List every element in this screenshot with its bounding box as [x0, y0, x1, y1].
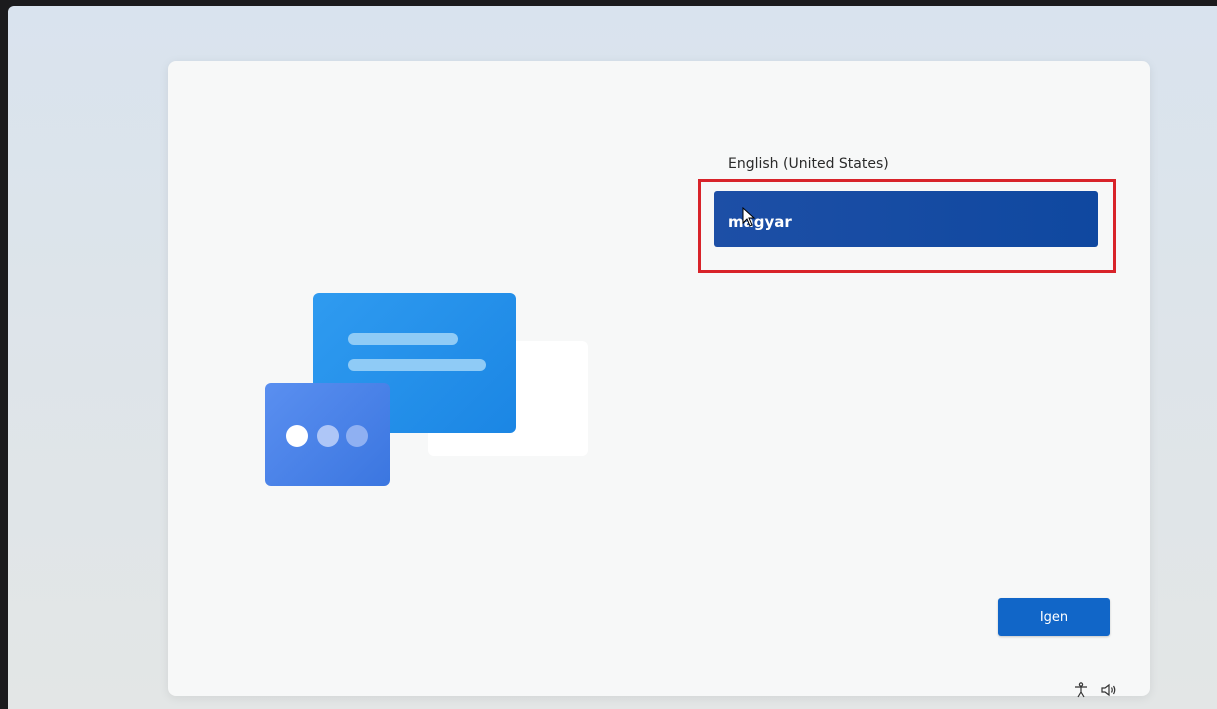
volume-icon[interactable] [1100, 682, 1118, 700]
volume-icon [1101, 683, 1116, 697]
illustration-dot [286, 425, 308, 447]
illustration-bar [348, 359, 486, 371]
highlight-annotation [698, 179, 1116, 273]
illustration-dot [346, 425, 368, 447]
accessibility-icon[interactable] [1072, 682, 1090, 700]
mouse-cursor-icon [742, 207, 756, 227]
illustration-bar [348, 333, 458, 345]
screen: English (United States) magyar Igen [8, 6, 1217, 709]
illustration-chat-card [265, 383, 390, 486]
accessibility-icon [1075, 682, 1087, 698]
language-option-english[interactable]: English (United States) [728, 156, 889, 172]
yes-button[interactable]: Igen [998, 598, 1110, 636]
language-illustration [263, 291, 593, 491]
setup-dialog: English (United States) magyar Igen [168, 61, 1150, 696]
illustration-dot [317, 425, 339, 447]
